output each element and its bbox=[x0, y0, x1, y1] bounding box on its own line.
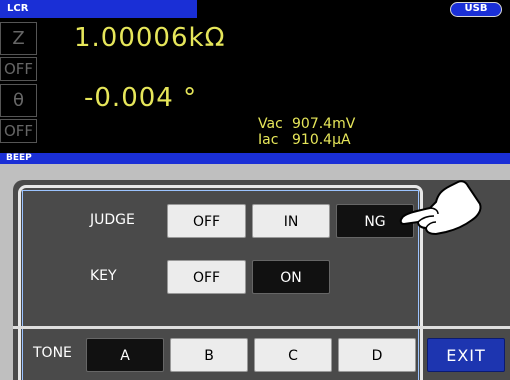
judge-off-button[interactable]: OFF bbox=[167, 204, 246, 238]
param1-value: 1.00006kΩ bbox=[74, 23, 226, 53]
param2-value: -0.004 ° bbox=[84, 83, 198, 113]
off1-toggle[interactable]: OFF bbox=[0, 57, 37, 81]
mode-title: LCR bbox=[0, 0, 197, 18]
tone-d-button[interactable]: D bbox=[338, 338, 416, 372]
tone-a-button[interactable]: A bbox=[86, 338, 164, 372]
key-label: KEY bbox=[90, 268, 117, 284]
exit-button[interactable]: EXIT bbox=[427, 338, 505, 372]
judge-label: JUDGE bbox=[90, 212, 135, 228]
tone-b-button[interactable]: B bbox=[170, 338, 248, 372]
key-on-button[interactable]: ON bbox=[252, 260, 330, 294]
iac-value: 910.4μA bbox=[292, 132, 351, 148]
param1-selector[interactable]: Z bbox=[0, 22, 37, 55]
param2-selector[interactable]: θ bbox=[0, 84, 37, 117]
tone-label: TONE bbox=[33, 345, 72, 361]
off2-toggle[interactable]: OFF bbox=[0, 119, 37, 143]
iac-label: Iac bbox=[258, 132, 279, 148]
usb-indicator: USB bbox=[450, 2, 502, 17]
vac-label: Vac bbox=[258, 116, 283, 132]
key-off-button[interactable]: OFF bbox=[167, 260, 246, 294]
panel-divider bbox=[13, 326, 510, 329]
judge-in-button[interactable]: IN bbox=[252, 204, 330, 238]
vac-value: 907.4mV bbox=[292, 116, 356, 132]
tone-c-button[interactable]: C bbox=[254, 338, 332, 372]
hand-pointer-icon bbox=[392, 174, 484, 240]
section-title: BEEP bbox=[0, 153, 510, 164]
